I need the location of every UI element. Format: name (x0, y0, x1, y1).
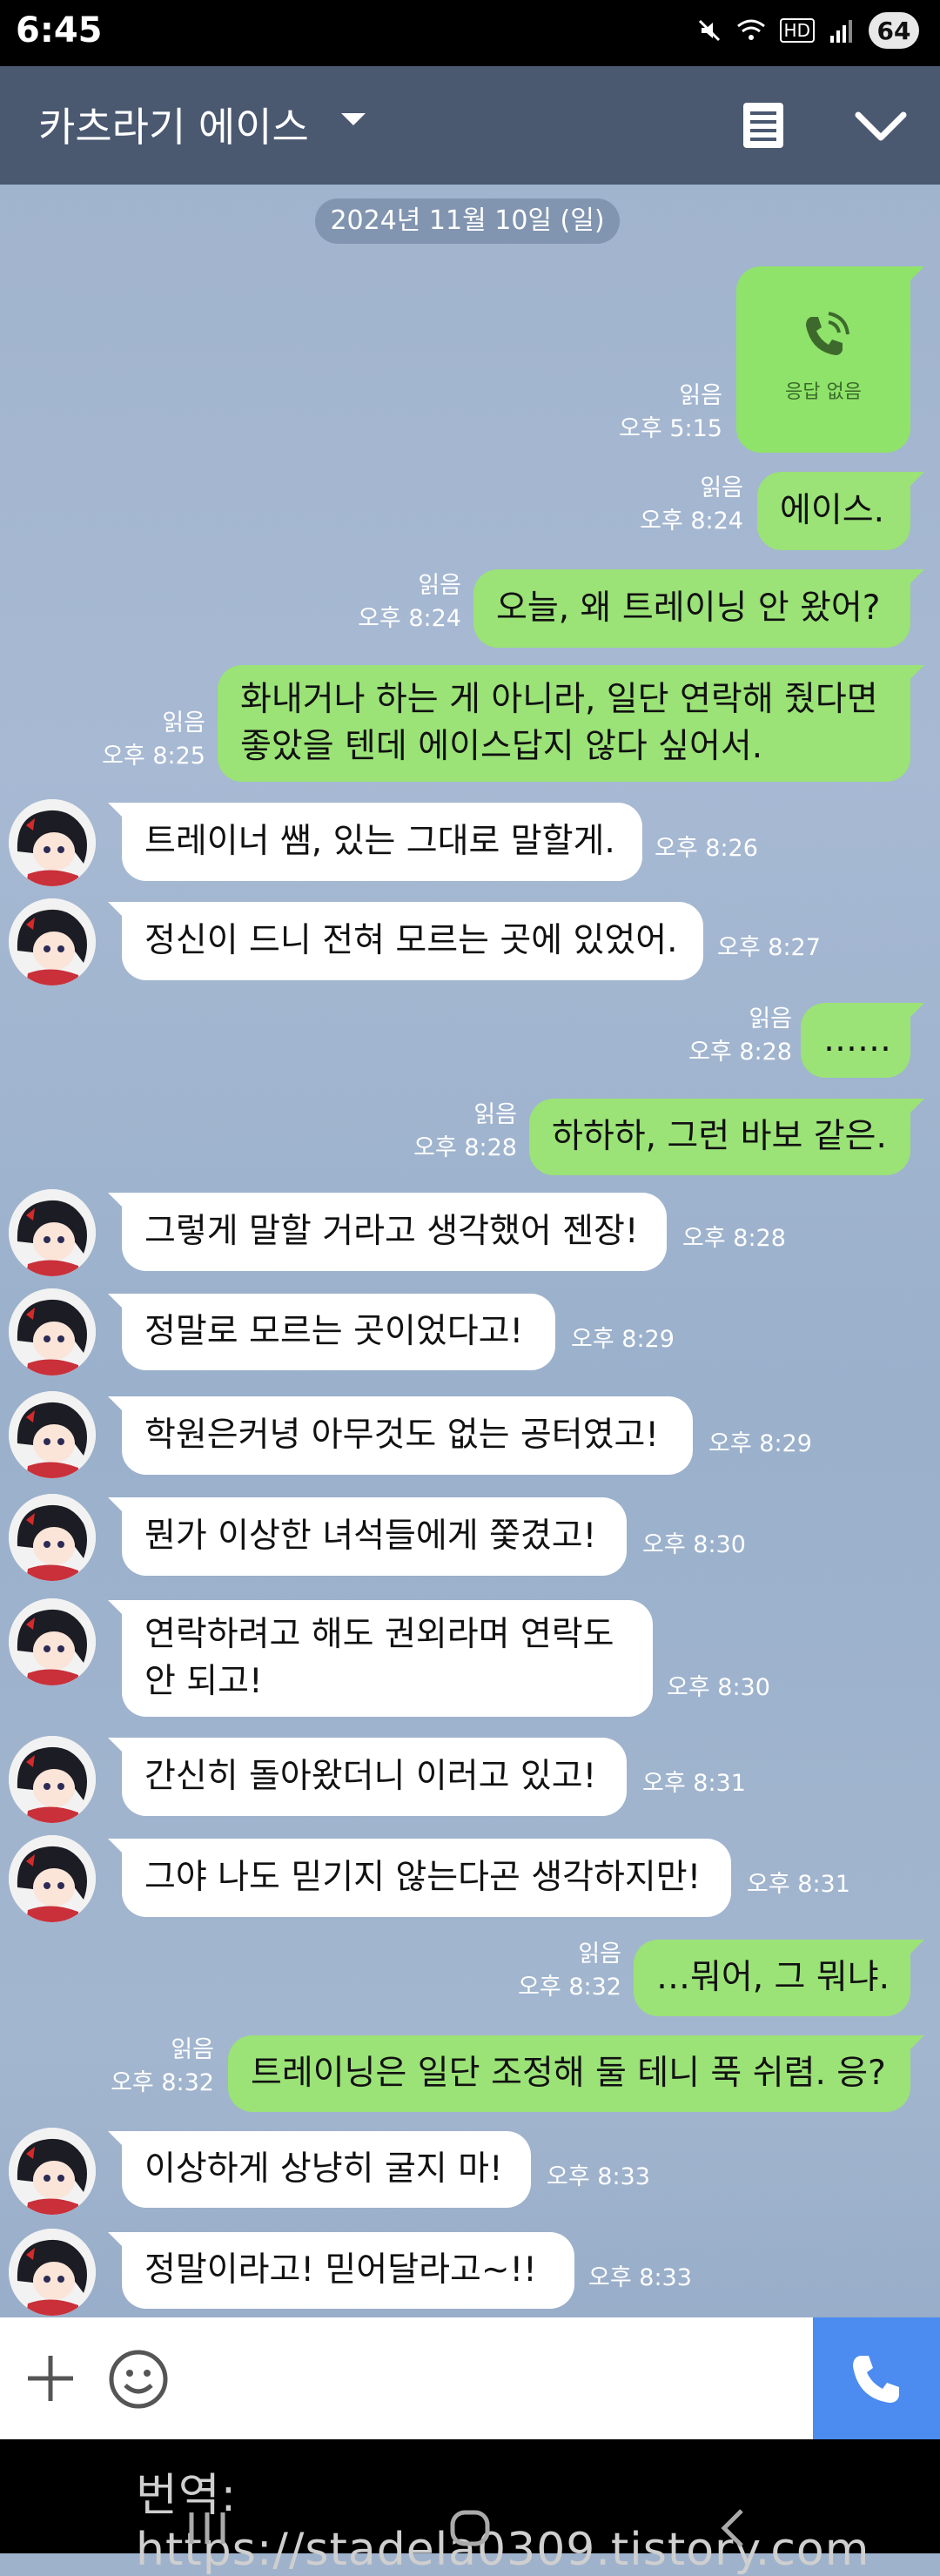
message-meta: 읽음 오후 8:24 (640, 474, 743, 535)
message-meta: 읽음 오후 8:28 (688, 1006, 792, 1066)
avatar[interactable] (9, 1494, 96, 1581)
character-avatar-icon (9, 1189, 96, 1276)
avatar[interactable] (9, 1189, 96, 1276)
message-input-bar (0, 2317, 940, 2439)
message-time: 오후 8:29 (571, 1326, 675, 1353)
received-message-bubble[interactable]: 정말로 모르는 곳이었다고! (108, 1294, 555, 1370)
character-avatar-icon (9, 1598, 96, 1685)
message-time: 오후 8:26 (655, 835, 758, 862)
sent-message-bubble[interactable]: …… (801, 1003, 924, 1078)
sent-message-bubble[interactable]: …뭐어, 그 뭐냐. (634, 1940, 924, 2016)
status-time: 6:45 (16, 10, 103, 50)
character-avatar-icon (9, 898, 96, 985)
message-time: 오후 8:27 (717, 934, 821, 961)
character-avatar-icon (9, 2229, 96, 2316)
received-message-bubble[interactable]: 그야 나도 믿기지 않는다곤 생각하지만! (108, 1839, 731, 1917)
system-nav-icons (189, 2509, 743, 2547)
sent-message-bubble[interactable]: 하하하, 그런 바보 같은. (529, 1099, 924, 1175)
battery-indicator: 64 (869, 12, 919, 49)
received-message-bubble[interactable]: 정신이 드니 전혀 모르는 곳에 있었어. (108, 902, 703, 980)
avatar[interactable] (9, 898, 96, 985)
bottom-navigation: 번역: https://stadela0309.tistory.com (0, 2439, 940, 2576)
character-avatar-icon (9, 799, 96, 886)
avatar[interactable] (9, 799, 96, 886)
document-icon[interactable] (742, 101, 785, 150)
plus-icon[interactable] (24, 2352, 77, 2404)
received-message-bubble[interactable]: 트레이너 쌤, 있는 그대로 말할게. (108, 803, 642, 881)
message-meta: 읽음 오후 8:28 (413, 1101, 517, 1161)
received-message-bubble[interactable]: 이상하게 상냥히 굴지 마! (108, 2131, 531, 2208)
date-divider: 2024년 11월 10일 (일) (315, 198, 620, 244)
character-avatar-icon (9, 2128, 96, 2215)
phone-call-icon (806, 312, 849, 355)
message-time: 오후 8:28 (682, 1225, 786, 1252)
message-meta: 읽음 오후 8:32 (518, 1940, 621, 2001)
message-meta: 읽음 오후 8:32 (111, 2036, 214, 2096)
call-status-label: 응답 없음 (785, 381, 862, 403)
received-message-bubble[interactable]: 뭔가 이상한 녀석들에게 쫓겼고! (108, 1497, 627, 1576)
avatar[interactable] (9, 1288, 96, 1375)
character-avatar-icon (9, 1494, 96, 1581)
recents-icon[interactable] (189, 2512, 225, 2544)
call-read-status: 읽음 오후 5:15 (619, 382, 722, 442)
character-avatar-icon (9, 1736, 96, 1823)
sent-message-bubble[interactable]: 화내거나 하는 게 아니라, 일단 연락해 줬다면 좋았을 텐데 에이스답지 않… (218, 665, 924, 782)
received-message-bubble[interactable]: 정말이라고! 믿어달라고~!! (108, 2232, 574, 2309)
back-icon[interactable] (721, 2509, 743, 2547)
sent-message-bubble[interactable]: 에이스. (757, 472, 924, 550)
message-time: 오후 8:30 (667, 1674, 770, 1701)
message-time: 오후 8:31 (747, 1871, 850, 1898)
character-avatar-icon (9, 1835, 96, 1922)
avatar[interactable] (9, 2229, 96, 2316)
chevron-down-icon[interactable] (341, 113, 366, 125)
phone-icon (853, 2356, 899, 2403)
signal-icon (830, 20, 852, 43)
status-icons: HD 64 (696, 12, 919, 49)
received-message-bubble[interactable]: 간신히 돌아왔더니 이러고 있고! (108, 1738, 627, 1816)
collapse-chevron-icon[interactable] (853, 104, 909, 148)
avatar[interactable] (9, 1736, 96, 1823)
sent-message-bubble[interactable]: 오늘, 왜 트레이닝 안 왔어? (473, 569, 924, 648)
mute-icon (698, 19, 720, 42)
received-message-bubble[interactable]: 연락하려고 해도 권외라며 연락도 안 되고! (108, 1600, 653, 1717)
message-time: 오후 8:29 (708, 1430, 812, 1457)
network-hd-label: HD (779, 18, 815, 43)
received-message-bubble[interactable]: 학원은커녕 아무것도 없는 공터였고! (108, 1396, 693, 1475)
character-avatar-icon (9, 1288, 96, 1375)
message-time: 오후 8:33 (588, 2264, 692, 2291)
chat-title[interactable]: 카츠라기 에이스 (38, 96, 309, 153)
sent-message-bubble[interactable]: 트레이닝은 일단 조정해 둘 테니 푹 쉬렴. 응? (228, 2035, 924, 2112)
missed-call-bubble[interactable]: 응답 없음 (736, 266, 924, 453)
wifi-icon (736, 19, 765, 40)
message-time: 오후 8:33 (547, 2163, 650, 2190)
received-message-bubble[interactable]: 그렇게 말할 거라고 생각했어 젠장! (108, 1193, 667, 1271)
avatar[interactable] (9, 1391, 96, 1478)
message-time: 오후 8:30 (642, 1531, 746, 1558)
status-bar: 6:45 HD 64 (0, 0, 940, 66)
message-time: 오후 8:31 (642, 1770, 746, 1797)
call-button[interactable] (813, 2317, 940, 2439)
avatar[interactable] (9, 1835, 96, 1922)
avatar[interactable] (9, 1598, 96, 1685)
message-meta: 읽음 오후 8:25 (102, 710, 205, 770)
home-icon[interactable] (450, 2510, 490, 2546)
emoji-icon[interactable] (108, 2349, 169, 2410)
character-avatar-icon (9, 1391, 96, 1478)
message-meta: 읽음 오후 8:24 (358, 572, 461, 632)
avatar[interactable] (9, 2128, 96, 2215)
chat-header: 카츠라기 에이스 (0, 66, 940, 185)
